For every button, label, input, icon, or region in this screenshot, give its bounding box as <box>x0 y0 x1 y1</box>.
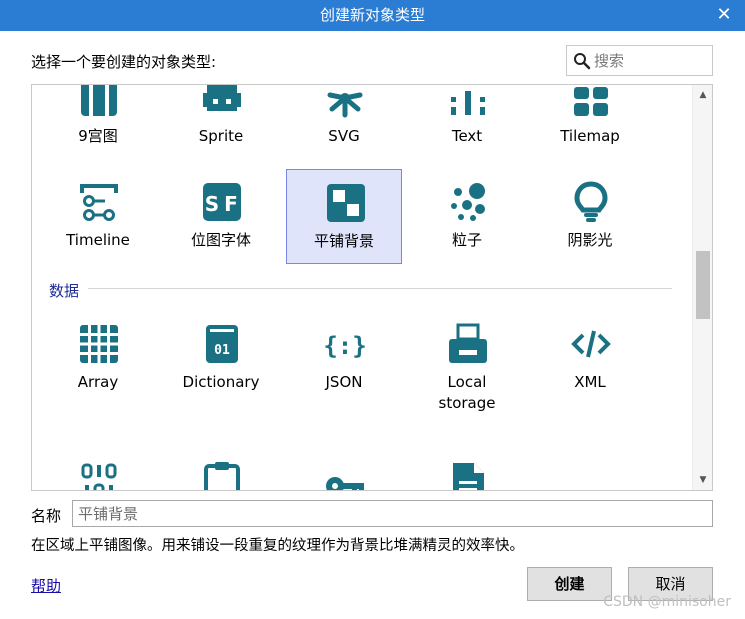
item-crypto[interactable] <box>286 449 402 490</box>
item-array[interactable]: Array <box>40 311 156 406</box>
timeline-icon <box>80 184 118 221</box>
storage-icon <box>449 323 487 363</box>
nine-patch-icon <box>81 85 117 116</box>
item-text[interactable]: Text <box>409 85 525 160</box>
item-label: 位图字体 <box>190 231 251 249</box>
item-label: Array <box>77 373 119 391</box>
item-label: Dictionary <box>182 373 260 391</box>
close-icon[interactable]: ✕ <box>711 3 737 27</box>
svg-text:{:}: {:} <box>324 332 366 360</box>
item-sprite-font[interactable]: S F 位图字体 <box>163 169 279 264</box>
item-particles[interactable]: 粒子 <box>409 169 525 264</box>
description-text: 在区域上平铺图像。用来铺设一段重复的纹理作为背景比堆满精灵的效率快。 <box>31 538 524 554</box>
item-label: Text <box>451 127 483 145</box>
search-icon <box>574 53 591 70</box>
item-dictionary[interactable]: 01 Dictionary <box>163 311 279 406</box>
name-field[interactable] <box>72 500 713 527</box>
tiled-background-icon <box>327 184 365 222</box>
item-timeline[interactable]: Timeline <box>40 169 156 264</box>
object-type-list[interactable]: 9宫图 Sprite SVG Text Tilemap Timeline S F… <box>31 84 713 491</box>
binary-icon <box>81 463 117 490</box>
text-icon <box>451 91 485 115</box>
section-divider <box>88 288 672 289</box>
item-label: JSON <box>325 373 363 391</box>
scroll-up-icon[interactable]: ▲ <box>693 85 712 105</box>
item-xml[interactable]: XML <box>532 311 648 406</box>
object-type-grid: 9宫图 Sprite SVG Text Tilemap Timeline S F… <box>32 85 692 490</box>
scroll-down-icon[interactable]: ▼ <box>693 470 712 490</box>
item-nine-patch[interactable]: 9宫图 <box>40 85 156 160</box>
title-bar: 创建新对象类型 ✕ <box>0 0 745 31</box>
help-link[interactable]: 帮助 <box>31 575 61 596</box>
name-label: 名称 <box>31 507 62 525</box>
book-icon: 01 <box>206 325 238 363</box>
search-input[interactable] <box>594 49 706 72</box>
sprite-icon <box>203 85 241 111</box>
scrollbar-thumb[interactable] <box>696 251 710 319</box>
item-label: 平铺背景 <box>313 232 374 250</box>
item-label: XML <box>574 373 606 391</box>
item-label: Sprite <box>198 127 244 145</box>
tilemap-icon <box>574 87 608 116</box>
grid-icon <box>80 325 118 363</box>
list-scrollbar[interactable]: ▲ ▼ <box>692 85 712 490</box>
item-label: Timeline <box>66 231 130 249</box>
key-icon <box>326 477 364 490</box>
svg-text:S: S <box>205 192 219 216</box>
create-button[interactable]: 创建 <box>527 567 612 601</box>
item-svg[interactable]: SVG <box>286 85 402 160</box>
watermark: CSDN @minisoher <box>603 594 731 610</box>
particles-icon <box>451 183 485 221</box>
item-label: Tilemap <box>560 127 620 145</box>
item-label: Local storage <box>438 373 496 412</box>
item-sprite[interactable]: Sprite <box>163 85 279 160</box>
svg-text:01: 01 <box>214 343 230 358</box>
item-label: 阴影光 <box>567 231 613 249</box>
prompt-text: 选择一个要创建的对象类型: <box>31 53 217 71</box>
svg-icon <box>327 92 363 118</box>
window-title: 创建新对象类型 <box>319 6 425 24</box>
item-shadow-light[interactable]: 阴影光 <box>532 169 648 264</box>
code-icon <box>571 330 611 358</box>
item-label: 粒子 <box>451 231 482 249</box>
item-binary-data[interactable] <box>40 449 156 490</box>
item-label: 9宫图 <box>78 127 118 145</box>
item-tilemap[interactable]: Tilemap <box>532 85 648 160</box>
sprite-font-icon: S F <box>203 183 241 221</box>
shadow-light-icon <box>574 181 608 222</box>
section-data-label: 数据 <box>49 282 80 300</box>
item-label: SVG <box>328 127 360 145</box>
item-json[interactable]: {:} JSON <box>286 311 402 406</box>
search-box[interactable] <box>566 45 713 76</box>
item-binary-document[interactable] <box>409 449 525 490</box>
item-clipboard[interactable] <box>163 449 279 490</box>
item-local-storage[interactable]: Local storage <box>409 311 525 412</box>
svg-text:F: F <box>224 192 238 216</box>
document-icon <box>453 463 484 490</box>
clipboard-icon <box>204 462 240 490</box>
item-tiled-background[interactable]: 平铺背景 <box>286 169 402 264</box>
json-icon: {:} <box>324 332 366 360</box>
